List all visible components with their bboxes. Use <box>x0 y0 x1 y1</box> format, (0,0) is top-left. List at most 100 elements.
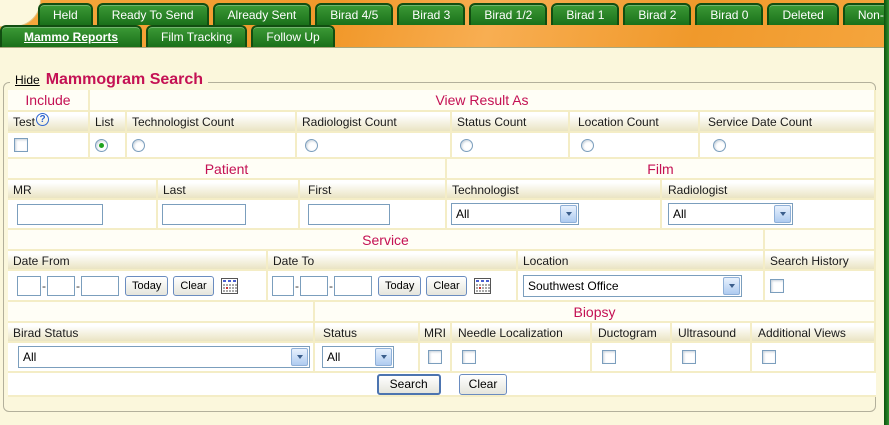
calendar-icon[interactable] <box>221 278 238 294</box>
date-to-label: Date To <box>268 251 518 269</box>
tab-birad-4-5[interactable]: Birad 4/5 <box>315 3 393 25</box>
biopsy-label-row: Birad Status Status MRI Needle Localizat… <box>8 323 876 343</box>
section-header-row-service: Service <box>8 230 876 251</box>
technologist-select-value: All <box>456 207 469 221</box>
view-option-radio-status-count[interactable] <box>460 139 473 152</box>
radiologist-select[interactable]: All <box>668 203 793 225</box>
search-history-label: Search History <box>765 251 876 269</box>
tab-already-sent[interactable]: Already Sent <box>213 3 312 25</box>
include-section-header: Include <box>8 90 90 110</box>
search-button[interactable]: Search <box>377 374 441 395</box>
technologist-label: Technologist <box>447 180 662 198</box>
additional-views-checkbox[interactable] <box>762 350 776 364</box>
tab-mammo-reports[interactable]: Mammo Reports <box>0 25 142 47</box>
birad-status-select[interactable]: All <box>18 346 310 368</box>
location-count-label: Location Count <box>570 112 700 131</box>
tab-birad-2[interactable]: Birad 2 <box>623 3 691 25</box>
view-option-radio-list[interactable] <box>95 139 108 152</box>
search-form-table: Include View Result As Test ? List Techn… <box>8 90 876 397</box>
biopsy-control-row: All All <box>8 343 876 373</box>
service-label-row: Date From Date To Location Search Histor… <box>8 251 876 271</box>
technologist-select[interactable]: All <box>451 203 579 225</box>
secondary-tab-bar: Mammo Reports Film Tracking Follow Up <box>0 25 335 47</box>
tab-deleted[interactable]: Deleted <box>767 3 838 25</box>
hide-link[interactable]: Hide <box>15 73 40 87</box>
mri-checkbox[interactable] <box>428 350 442 364</box>
status-count-label: Status Count <box>452 112 570 131</box>
mri-label: MRI <box>420 323 452 341</box>
mr-label: MR <box>8 180 158 198</box>
chevron-down-icon <box>774 205 791 223</box>
date-to-year-input[interactable] <box>334 276 372 296</box>
service-date-count-label: Service Date Count <box>700 112 876 131</box>
tab-follow-up[interactable]: Follow Up <box>251 25 334 47</box>
clear-button[interactable]: Clear <box>459 374 508 395</box>
search-legend: Hide Mammogram Search <box>10 71 208 89</box>
biopsy-section-header: Biopsy <box>315 302 876 321</box>
date-from-day-input[interactable] <box>47 276 75 296</box>
location-label: Location <box>518 251 765 269</box>
date-from-today-button[interactable]: Today <box>125 276 168 296</box>
biopsy-header-spacer <box>8 302 315 321</box>
needle-localization-label: Needle Localization <box>452 323 592 341</box>
date-to-today-button[interactable]: Today <box>378 276 421 296</box>
date-from-label: Date From <box>8 251 268 269</box>
view-option-radio-service-date-count[interactable] <box>713 139 726 152</box>
test-label: Test <box>13 115 35 129</box>
ductogram-checkbox[interactable] <box>602 350 616 364</box>
date-to-day-input[interactable] <box>300 276 328 296</box>
tab-birad-1-2[interactable]: Birad 1/2 <box>469 3 547 25</box>
date-to-clear-button[interactable]: Clear <box>426 276 466 296</box>
mr-input[interactable] <box>17 204 103 225</box>
birad-status-label: Birad Status <box>8 323 315 341</box>
chevron-down-icon <box>291 348 308 366</box>
chevron-down-icon <box>723 277 740 295</box>
radiologist-label: Radiologist <box>662 180 876 198</box>
first-label: First <box>300 180 447 198</box>
right-edge-bar <box>884 0 889 425</box>
status-select[interactable]: All <box>322 346 394 368</box>
location-select-value: Southwest Office <box>528 279 619 293</box>
birad-status-select-value: All <box>23 350 36 364</box>
view-result-label-row: Test ? List Technologist Count Radiologi… <box>8 112 876 133</box>
radiologist-select-value: All <box>673 207 686 221</box>
service-control-row: -- Today Clear -- Today Clear Southwest … <box>8 271 876 302</box>
date-from-clear-button[interactable]: Clear <box>173 276 213 296</box>
search-history-checkbox[interactable] <box>770 279 784 293</box>
view-option-radio-radiologist-count[interactable] <box>305 139 318 152</box>
view-option-radio-technologist-count[interactable] <box>132 139 145 152</box>
patient-film-label-row: MR Last First Technologist Radiologist <box>8 180 876 200</box>
view-result-as-header: View Result As <box>90 90 876 110</box>
ultrasound-label: Ultrasound <box>672 323 752 341</box>
last-name-input[interactable] <box>162 204 246 225</box>
tab-birad-3[interactable]: Birad 3 <box>397 3 465 25</box>
date-separator: - <box>295 279 299 293</box>
action-button-row: Search Clear <box>8 373 876 397</box>
tab-ready-to-send[interactable]: Ready To Send <box>97 3 209 25</box>
chevron-down-icon <box>560 205 577 223</box>
location-select[interactable]: Southwest Office <box>523 275 742 297</box>
needle-localization-checkbox[interactable] <box>462 350 476 364</box>
date-from-month-input[interactable] <box>17 276 41 296</box>
date-to-month-input[interactable] <box>272 276 294 296</box>
date-from-year-input[interactable] <box>81 276 119 296</box>
section-header-row-include: Include View Result As <box>8 90 876 112</box>
help-icon[interactable]: ? <box>36 113 49 126</box>
patient-film-control-row: All All <box>8 200 876 230</box>
tab-non-compliant[interactable]: Non-Compliant <box>843 3 889 25</box>
view-option-radio-location-count[interactable] <box>581 139 594 152</box>
calendar-icon[interactable] <box>474 278 491 294</box>
primary-tab-bar: Held Ready To Send Already Sent Birad 4/… <box>38 3 889 25</box>
tab-birad-1[interactable]: Birad 1 <box>551 3 619 25</box>
date-separator: - <box>329 279 333 293</box>
tab-birad-0[interactable]: Birad 0 <box>695 3 763 25</box>
service-header-spacer <box>765 230 876 249</box>
tab-held[interactable]: Held <box>38 3 93 25</box>
status-select-value: All <box>327 350 340 364</box>
first-name-input[interactable] <box>308 204 390 225</box>
ultrasound-checkbox[interactable] <box>682 350 696 364</box>
view-result-control-row <box>8 133 876 159</box>
test-checkbox[interactable] <box>14 138 28 152</box>
date-separator: - <box>76 279 80 293</box>
tab-film-tracking[interactable]: Film Tracking <box>146 25 247 47</box>
